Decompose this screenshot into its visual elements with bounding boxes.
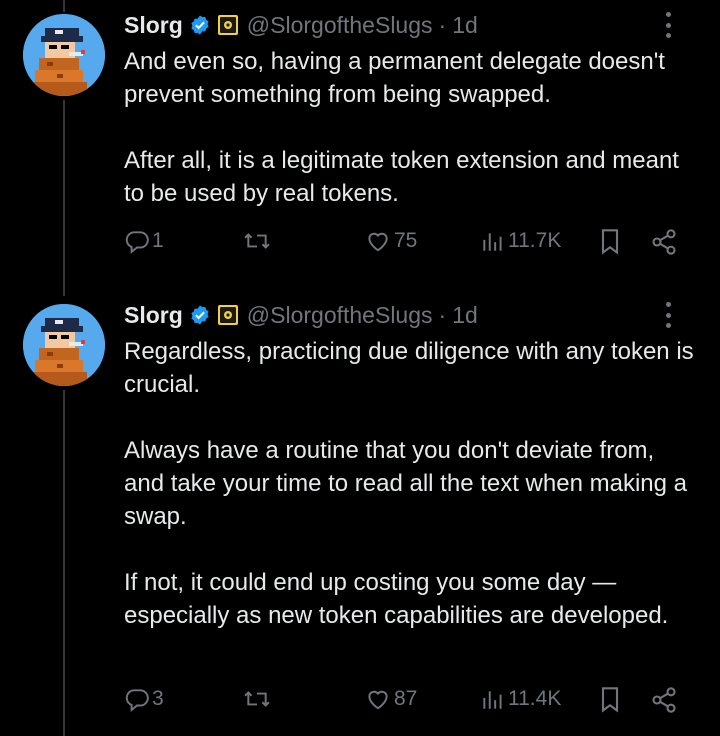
- reply-count: 1: [152, 229, 164, 252]
- share-icon: [652, 229, 676, 255]
- author-handle[interactable]: @SlorgoftheSlugs: [247, 302, 433, 329]
- timestamp[interactable]: 1d: [452, 12, 478, 39]
- reply-button[interactable]: 1: [124, 228, 164, 254]
- affiliate-badge-icon[interactable]: [217, 14, 239, 36]
- views-button[interactable]: 11.7K: [480, 228, 561, 254]
- avatar[interactable]: [23, 304, 105, 386]
- avatar[interactable]: [23, 14, 105, 96]
- reply-icon: [125, 231, 149, 254]
- tweet-text: And even so, having a permanent delegate…: [124, 45, 700, 210]
- author-name[interactable]: Slorg: [124, 302, 183, 329]
- retweet-button[interactable]: [242, 228, 272, 254]
- share-button[interactable]: [650, 686, 678, 714]
- share-icon: [652, 687, 676, 713]
- like-button[interactable]: 87: [364, 686, 417, 712]
- bookmark-button[interactable]: [598, 228, 622, 256]
- views-count: 11.7K: [508, 229, 562, 252]
- tweet-actions: 1 75 11.7K: [124, 228, 684, 258]
- tweet-actions: 3 87 11.4K: [124, 686, 684, 716]
- tweet-header: Slorg @SlorgoftheSlugs · 1d: [124, 300, 700, 330]
- tweet-text: Regardless, practicing due diligence wit…: [124, 335, 700, 632]
- views-button[interactable]: 11.4K: [480, 686, 561, 712]
- like-count: 75: [394, 229, 418, 252]
- tweet-2[interactable]: Slorg @SlorgoftheSlugs · 1d Regardless, …: [0, 300, 720, 736]
- timestamp[interactable]: 1d: [452, 302, 478, 329]
- retweet-button[interactable]: [242, 686, 272, 712]
- affiliate-badge-icon[interactable]: [217, 304, 239, 326]
- more-icon[interactable]: [658, 302, 678, 328]
- tweet-paragraph: If not, it could end up costing you some…: [124, 569, 669, 629]
- tweet-paragraph: Always have a routine that you don't dev…: [124, 437, 687, 530]
- slug-avatar-image: [23, 14, 105, 96]
- separator-dot: ·: [438, 301, 447, 328]
- bookmark-icon: [601, 229, 619, 255]
- reply-count: 3: [152, 687, 164, 710]
- more-icon[interactable]: [658, 12, 678, 38]
- like-button[interactable]: 75: [364, 228, 417, 254]
- tweet-paragraph: After all, it is a legitimate token exte…: [124, 147, 679, 207]
- author-handle[interactable]: @SlorgoftheSlugs: [247, 12, 433, 39]
- reply-button[interactable]: 3: [124, 686, 164, 712]
- tweet-header: Slorg @SlorgoftheSlugs · 1d: [124, 10, 700, 40]
- tweet-1[interactable]: Slorg @SlorgoftheSlugs · 1d And even so,…: [0, 10, 720, 280]
- views-icon: [483, 233, 502, 251]
- slug-avatar-image: [23, 304, 105, 386]
- tweet-paragraph: And even so, having a permanent delegate…: [124, 48, 665, 108]
- verified-badge-icon: [189, 14, 211, 36]
- bookmark-icon: [601, 687, 619, 713]
- views-icon: [483, 691, 502, 709]
- retweet-icon: [244, 233, 270, 249]
- like-icon: [368, 232, 388, 252]
- share-button[interactable]: [650, 228, 678, 256]
- reply-icon: [125, 689, 149, 712]
- separator-dot: ·: [438, 11, 447, 38]
- retweet-icon: [244, 691, 270, 707]
- verified-badge-icon: [189, 304, 211, 326]
- tweet-paragraph: Regardless, practicing due diligence wit…: [124, 338, 694, 398]
- like-icon: [368, 690, 388, 710]
- like-count: 87: [394, 687, 418, 710]
- views-count: 11.4K: [508, 687, 562, 710]
- bookmark-button[interactable]: [598, 686, 622, 714]
- author-name[interactable]: Slorg: [124, 12, 183, 39]
